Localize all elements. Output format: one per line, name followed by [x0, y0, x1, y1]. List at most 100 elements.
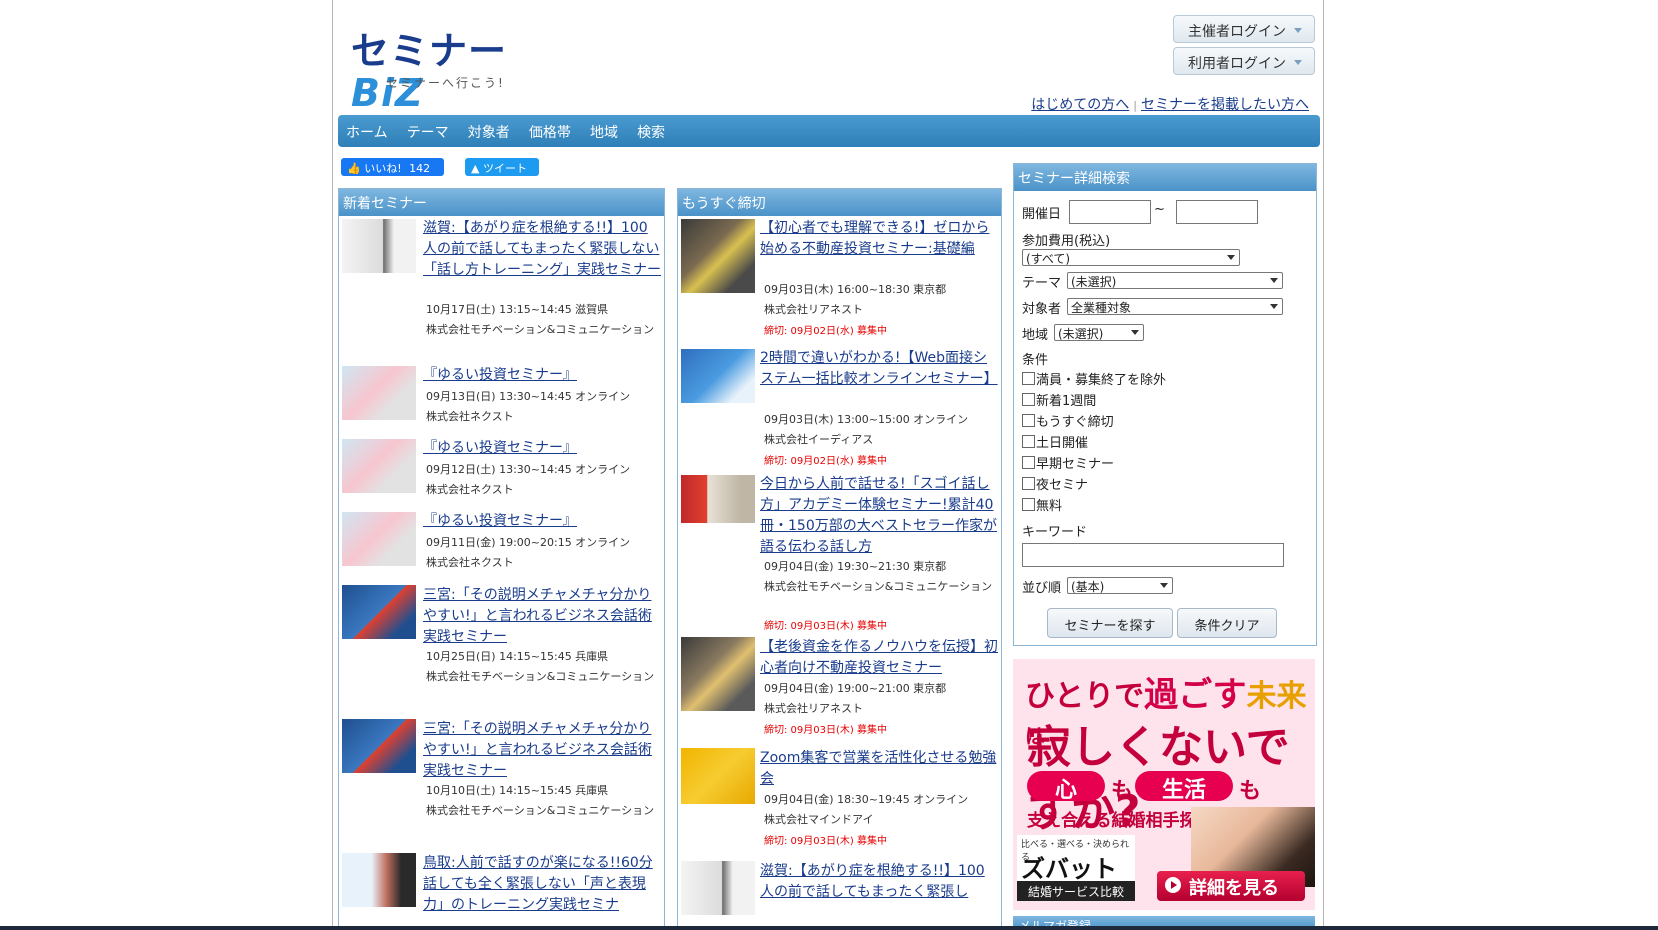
seminar-organizer: 株式会社モチベーション&コミュニケーション: [426, 670, 655, 683]
page-container: セミナーBiZ セミナーへ行こう! 主催者ログイン 利用者ログイン はじめての方…: [332, 0, 1324, 930]
post-seminar-link[interactable]: セミナーを掲載したい方へ: [1141, 97, 1309, 113]
list-item: 『ゆるい投資セミナー』 09月11日(金) 19:00~20:15 オンライン …: [339, 511, 664, 585]
seminar-thumbnail[interactable]: [681, 748, 755, 804]
date-to-input[interactable]: [1176, 200, 1258, 224]
facebook-like-button[interactable]: 👍 いいね! 142: [341, 158, 444, 176]
date-label: 開催日: [1022, 207, 1062, 222]
seminar-title-link[interactable]: 三宮:「その説明メチャメチャ分かりやすい!」と言われるビジネス会話術実践セミナー: [423, 719, 661, 782]
nav-region[interactable]: 地域: [590, 125, 618, 141]
target-select[interactable]: 全業種対象: [1067, 298, 1283, 315]
seminar-thumbnail[interactable]: [681, 475, 755, 523]
seminar-title-link[interactable]: 【老後資金を作るノウハウを伝授】初心者向け不動産投資セミナー: [760, 637, 998, 679]
closing-soon-panel: もうすぐ締切 【初心者でも理解できる!】ゼロから始める不動産投資セミナー:基礎編…: [677, 188, 1002, 930]
seminar-title-link[interactable]: 2時間で違いがわかる!【Web面接システム一括比較オンラインセミナー】: [760, 348, 998, 390]
seminar-title-link[interactable]: 『ゆるい投資セミナー』: [423, 365, 661, 386]
site-logo[interactable]: セミナーBiZ セミナーへ行こう!: [351, 30, 531, 114]
condition-free[interactable]: 無料: [1022, 495, 1062, 514]
seminar-title-link[interactable]: 三宮:「その説明メチャメチャ分かりやすい!」と言われるビジネス会話術実践セミナー: [423, 585, 661, 648]
checkbox[interactable]: [1022, 477, 1035, 490]
tweet-button[interactable]: ▲ ツイート: [465, 158, 539, 176]
condition-early[interactable]: 早期セミナー: [1022, 453, 1114, 472]
condition-exclude-full[interactable]: 満員・募集終了を除外: [1022, 369, 1166, 388]
nav-target[interactable]: 対象者: [468, 125, 510, 141]
seminar-thumbnail[interactable]: [681, 637, 755, 711]
seminar-organizer: 株式会社マインドアイ: [764, 813, 874, 826]
first-time-link[interactable]: はじめての方へ: [1031, 97, 1129, 113]
checkbox[interactable]: [1022, 393, 1035, 406]
condition-new-week[interactable]: 新着1週間: [1022, 390, 1096, 409]
clear-conditions-button[interactable]: 条件クリア: [1177, 608, 1277, 638]
seminar-title-link[interactable]: 【初心者でも理解できる!】ゼロから始める不動産投資セミナー:基礎編: [760, 218, 998, 260]
checkbox[interactable]: [1022, 435, 1035, 448]
search-seminar-button[interactable]: セミナーを探す: [1047, 608, 1173, 638]
seminar-deadline: 締切: 09月03日(木) 募集中: [764, 836, 887, 847]
keyword-input[interactable]: [1022, 543, 1284, 567]
chevron-down-icon: [1294, 28, 1302, 33]
seminar-date: 09月03日(木) 16:00~18:30 東京都: [764, 283, 947, 296]
chevron-down-icon: [1270, 304, 1278, 309]
ad-subline: 支え合える結婚相手探し: [1027, 811, 1214, 831]
organizer-login-button[interactable]: 主催者ログイン: [1173, 15, 1315, 43]
seminar-thumbnail[interactable]: [681, 349, 755, 403]
header-links: はじめての方へ | セミナーを掲載したい方へ: [1031, 94, 1309, 114]
seminar-thumbnail[interactable]: [342, 719, 416, 773]
seminar-title-link[interactable]: 滋賀:【あがり症を根絶する!!】100人の前で話してもまったく緊張し: [760, 861, 998, 903]
region-select[interactable]: (未選択): [1054, 324, 1144, 341]
seminar-title-link[interactable]: 『ゆるい投資セミナー』: [423, 438, 661, 459]
seminar-organizer: 株式会社リアネスト: [764, 702, 863, 715]
condition-closing-soon[interactable]: もうすぐ締切: [1022, 411, 1114, 430]
ad-banner[interactable]: ひとりで過ごす未来は 寂しくないですか? 心 も 生活 も 支え合える結婚相手探…: [1013, 659, 1315, 910]
seminar-organizer: 株式会社モチベーション&コミュニケーション: [764, 580, 993, 593]
theme-select[interactable]: (未選択): [1067, 272, 1283, 289]
condition-label: 満員・募集終了を除外: [1036, 373, 1167, 388]
region-select-value: (未選択): [1058, 327, 1104, 341]
list-item: 【老後資金を作るノウハウを伝授】初心者向け不動産投資セミナー 09月04日(金)…: [678, 637, 1001, 748]
nav-theme[interactable]: テーマ: [407, 125, 449, 141]
main-navigation: ホーム テーマ 対象者 価格帯 地域 検索: [338, 115, 1320, 147]
seminar-date: 09月04日(金) 19:00~21:00 東京都: [764, 682, 947, 695]
conditions-label: 条件: [1022, 353, 1049, 368]
seminar-title-link[interactable]: 『ゆるい投資セミナー』: [423, 511, 661, 532]
nav-home[interactable]: ホーム: [346, 125, 388, 141]
condition-weekend[interactable]: 土日開催: [1022, 432, 1088, 451]
keyword-label: キーワード: [1022, 525, 1088, 540]
seminar-thumbnail[interactable]: [342, 439, 416, 493]
list-item: 三宮:「その説明メチャメチャ分かりやすい!」と言われるビジネス会話術実践セミナー…: [339, 585, 664, 719]
checkbox[interactable]: [1022, 456, 1035, 469]
condition-label: 夜セミナ: [1036, 478, 1089, 493]
bird-icon: ▲: [471, 162, 480, 175]
nav-search[interactable]: 検索: [637, 125, 665, 141]
user-login-label: 利用者ログイン: [1188, 56, 1286, 72]
checkbox[interactable]: [1022, 414, 1035, 427]
checkbox[interactable]: [1022, 372, 1035, 385]
chevron-down-icon: [1227, 255, 1235, 260]
seminar-thumbnail[interactable]: [681, 219, 755, 293]
seminar-title-link[interactable]: Zoom集客で営業を活性化させる勉強会: [760, 748, 998, 790]
condition-label: 新着1週間: [1036, 394, 1097, 409]
seminar-thumbnail[interactable]: [342, 366, 416, 420]
organizer-login-label: 主催者ログイン: [1188, 24, 1286, 40]
seminar-thumbnail[interactable]: [342, 219, 416, 273]
like-count: 142: [409, 162, 431, 175]
seminar-thumbnail[interactable]: [342, 512, 416, 566]
nav-price[interactable]: 価格帯: [529, 125, 571, 141]
list-item: 今日から人前で話せる!「スゴイ話し方」アカデミー体験セミナー!累計40冊・150…: [678, 472, 1001, 637]
list-item: 『ゆるい投資セミナー』 09月12日(土) 13:30~14:45 オンライン …: [339, 437, 664, 511]
seminar-title-link[interactable]: 滋賀:【あがり症を根絶する!!】100人の前で話してもまったく緊張しない「話し方…: [423, 218, 661, 281]
ad-pill-heart: 心: [1027, 771, 1105, 803]
condition-night[interactable]: 夜セミナ: [1022, 474, 1088, 493]
ad-details-button[interactable]: 詳細を見る: [1157, 871, 1305, 901]
seminar-date: 09月04日(金) 19:30~21:30 東京都: [764, 560, 947, 573]
sort-select[interactable]: (基本): [1067, 577, 1173, 594]
checkbox[interactable]: [1022, 498, 1035, 511]
date-from-input[interactable]: [1069, 200, 1151, 224]
condition-label: 早期セミナー: [1036, 457, 1115, 472]
seminar-thumbnail[interactable]: [342, 585, 416, 639]
seminar-thumbnail[interactable]: [681, 861, 755, 915]
seminar-title-link[interactable]: 鳥取:人前で話すのが楽になる!!60分話しても全く緊張しない「声と表現力」のトレ…: [423, 853, 661, 916]
fee-select[interactable]: (すべて): [1022, 249, 1240, 266]
seminar-date: 10月17日(土) 13:15~14:45 滋賀県: [426, 303, 609, 316]
seminar-title-link[interactable]: 今日から人前で話せる!「スゴイ話し方」アカデミー体験セミナー!累計40冊・150…: [760, 474, 998, 558]
seminar-thumbnail[interactable]: [342, 853, 416, 907]
user-login-button[interactable]: 利用者ログイン: [1173, 47, 1315, 75]
